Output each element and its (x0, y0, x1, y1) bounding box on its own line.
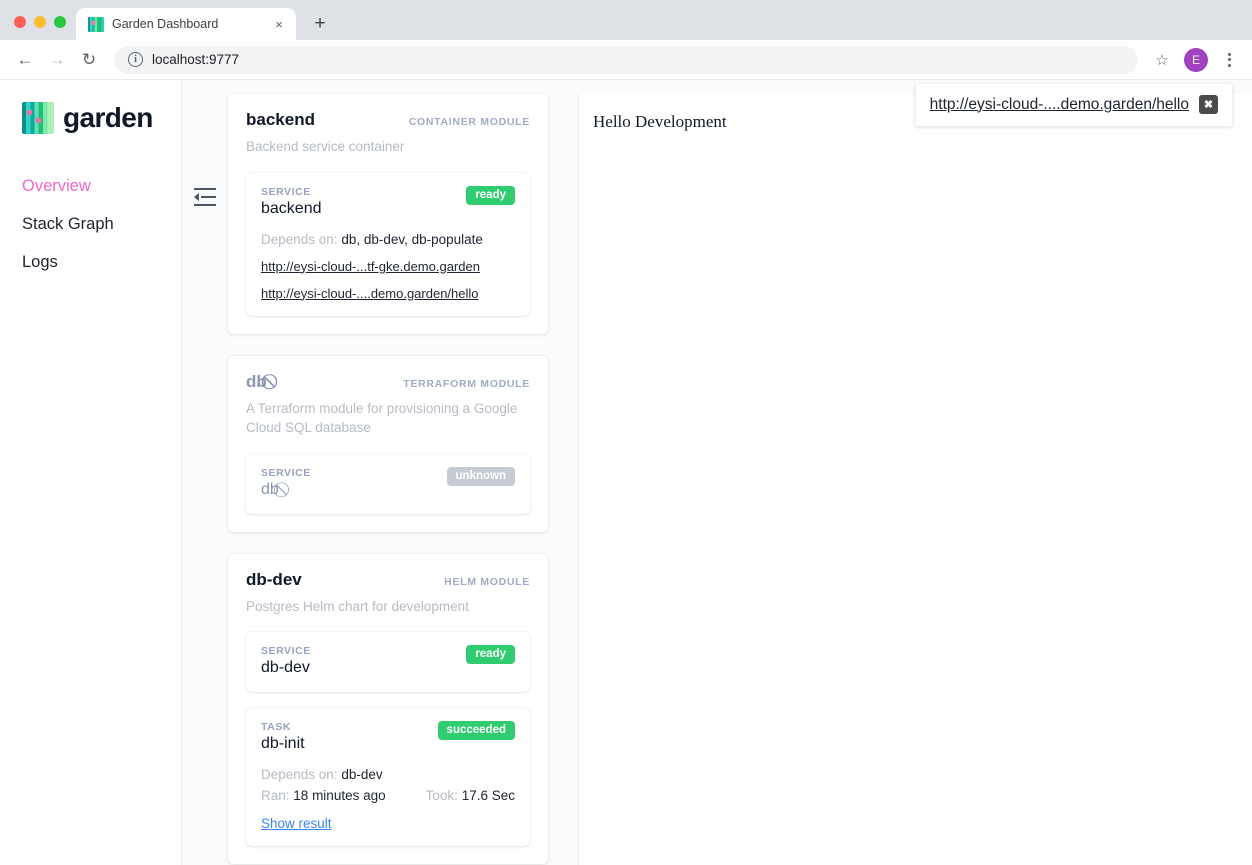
took-label: Took: (425, 788, 458, 804)
main-content: backend CONTAINER MODULE Backend service… (182, 80, 1252, 865)
status-badge: ready (466, 185, 515, 205)
close-tab-icon[interactable]: × (270, 15, 288, 33)
module-title: backend (246, 110, 315, 129)
module-card[interactable]: db ⃠ TERRAFORM MODULE A Terraform module… (228, 355, 548, 532)
garden-logo-icon (88, 16, 104, 32)
service-card[interactable]: SERVICE db-dev ready (246, 632, 530, 693)
module-type-label: CONTAINER MODULE (408, 116, 530, 128)
new-tab-button[interactable]: + (306, 10, 334, 38)
address-bar-url: localhost:9777 (152, 52, 240, 67)
browser-window: Garden Dashboard × + ← → ↻ i localhost:9… (0, 0, 1252, 865)
bookmark-star-icon[interactable]: ☆ (1148, 46, 1176, 74)
status-badge: unknown (446, 466, 515, 486)
preview-url-link[interactable]: http://eysi-cloud-....demo.garden/hello (930, 96, 1189, 114)
preview-pane: Hello Development http://eysi-cloud-....… (578, 84, 1252, 865)
entity-kind-label: SERVICE (261, 185, 311, 198)
service-header: SERVICE db ⃠ unknown (261, 466, 515, 499)
depends-on-value: db-dev (341, 767, 383, 783)
module-type-label: HELM MODULE (444, 575, 530, 588)
entity-kind-label: SERVICE (261, 466, 311, 479)
module-header: db-dev HELM MODULE (246, 570, 530, 590)
app-body: garden Overview Stack Graph Logs backend… (0, 80, 1252, 865)
brand-name: garden (63, 102, 153, 133)
depends-on-row: Depends on: db-dev (261, 767, 515, 782)
service-name: db ⃠ (261, 481, 311, 499)
module-title: db ⃠ (246, 372, 273, 392)
ingress-link[interactable]: http://eysi-cloud-...tf-gke.demo.garden (261, 259, 515, 274)
task-took: Took: 17.6 Sec (426, 788, 515, 803)
entity-kind-label: TASK (261, 721, 292, 734)
ran-value: 18 minutes ago (293, 788, 386, 804)
browser-toolbar: ← → ↻ i localhost:9777 ☆ E (0, 40, 1252, 80)
sidebar-item-logs[interactable]: Logs (22, 244, 181, 282)
browser-menu-icon[interactable] (1216, 46, 1242, 74)
back-button[interactable]: ← (10, 45, 40, 75)
task-name: db-init (261, 735, 305, 753)
status-badge: ready (466, 645, 515, 665)
brand-logo[interactable]: garden (22, 102, 181, 134)
took-value: 17.6 Sec (461, 788, 515, 804)
depends-on-label: Depends on: (261, 231, 338, 247)
tab-strip: Garden Dashboard × + (0, 0, 1252, 40)
module-description: A Terraform module for provisioning a Go… (246, 400, 518, 436)
collapse-sidebar-icon[interactable] (194, 188, 216, 206)
browser-tab[interactable]: Garden Dashboard × (76, 8, 296, 40)
service-name-text: db (261, 480, 279, 498)
window-controls (10, 16, 76, 40)
preview-url-bar: http://eysi-cloud-....demo.garden/hello … (915, 84, 1232, 126)
profile-avatar[interactable]: E (1184, 47, 1208, 72)
garden-logo-icon (22, 102, 54, 134)
ran-label: Ran: (261, 788, 290, 804)
task-card[interactable]: TASK db-init succeeded Depends on: db-de… (246, 708, 530, 847)
module-type-label: TERRAFORM MODULE (403, 377, 530, 390)
depends-on-label: Depends on: (261, 767, 338, 783)
entity-kind-label: SERVICE (261, 645, 311, 658)
module-title: db-dev (246, 569, 302, 589)
module-header: db ⃠ TERRAFORM MODULE (246, 372, 530, 392)
depends-on-row: Depends on: db, db-dev, db-populate (261, 232, 515, 247)
module-description: Postgres Helm chart for development (246, 598, 469, 614)
module-header: backend CONTAINER MODULE (246, 110, 530, 130)
sidebar-item-overview[interactable]: Overview (22, 168, 181, 206)
module-description: Backend service container (246, 139, 405, 154)
service-name: db-dev (261, 659, 310, 677)
depends-on-value: db, db-dev, db-populate (341, 231, 483, 247)
close-preview-icon[interactable]: ✖ (1199, 95, 1218, 114)
module-title-text: db (246, 371, 267, 391)
address-bar[interactable]: i localhost:9777 (114, 45, 1138, 74)
maximize-window-button[interactable] (54, 16, 66, 28)
tab-title: Garden Dashboard (112, 17, 219, 31)
service-name: backend (261, 199, 322, 217)
module-card[interactable]: backend CONTAINER MODULE Backend service… (228, 94, 548, 334)
task-timing-row: Ran: 18 minutes ago Took: 17.6 Sec (261, 788, 515, 803)
sidebar-item-stack-graph[interactable]: Stack Graph (22, 206, 181, 244)
status-badge: succeeded (437, 721, 515, 741)
ingress-link[interactable]: http://eysi-cloud-....demo.garden/hello (261, 286, 515, 301)
minimize-window-button[interactable] (34, 16, 46, 28)
service-header: SERVICE backend ready (261, 185, 515, 218)
service-header: SERVICE db-dev ready (261, 645, 515, 677)
close-window-button[interactable] (14, 16, 26, 28)
sidebar: garden Overview Stack Graph Logs (0, 80, 182, 865)
show-result-link[interactable]: Show result (261, 816, 515, 831)
site-info-icon[interactable]: i (128, 52, 143, 67)
task-ran: Ran: 18 minutes ago (261, 788, 386, 803)
forward-button[interactable]: → (42, 45, 72, 75)
service-card[interactable]: SERVICE backend ready Depends on: db, db… (246, 172, 530, 316)
reload-button[interactable]: ↻ (74, 45, 104, 75)
service-card[interactable]: SERVICE db ⃠ unknown (246, 453, 530, 514)
task-header: TASK db-init succeeded (261, 721, 515, 753)
modules-column: backend CONTAINER MODULE Backend service… (228, 94, 548, 865)
module-card[interactable]: db-dev HELM MODULE Postgres Helm chart f… (228, 553, 548, 865)
